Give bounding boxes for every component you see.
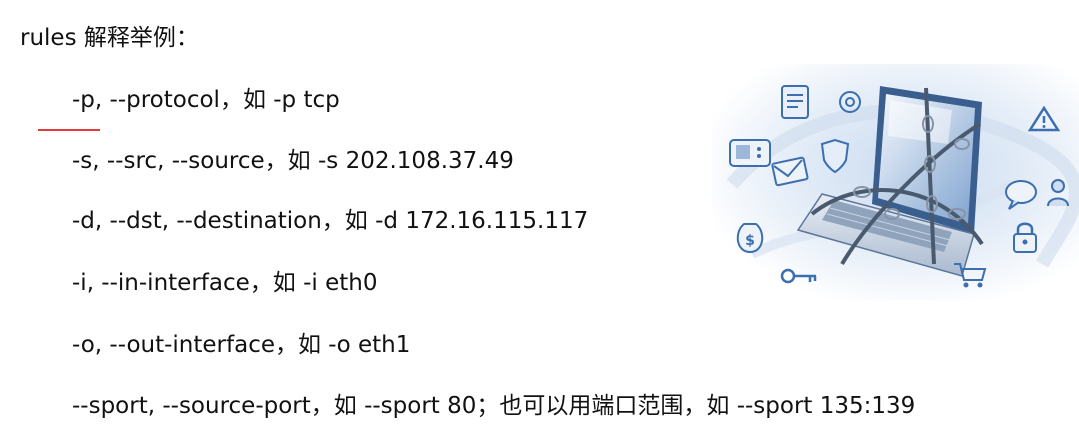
slide-title: rules 解释举例： [20,25,199,51]
rule-in-interface: -i, --in-interface，如 -i eth0 [72,270,378,296]
rule-protocol: -p, --protocol，如 -p tcp [72,87,340,113]
document-icon [781,85,809,119]
chained-laptop-illustration: $ [712,64,1079,300]
rule-source-port: --sport, --source-port，如 --sport 80；也可以用… [72,393,916,419]
slide: rules 解释举例： -p, --protocol，如 -p tcp -s, … [0,0,1079,436]
monitor-icon [729,139,771,167]
rule-destination: -d, --dst, --destination，如 -d 172.16.115… [72,208,589,234]
svg-text:$: $ [745,233,755,249]
rule-source: -s, --src, --source，如 -s 202.108.37.49 [72,148,514,174]
red-underline-mark [38,129,100,131]
money-bag-icon: $ [736,223,764,254]
rule-out-interface: -o, --out-interface，如 -o eth1 [72,332,411,358]
